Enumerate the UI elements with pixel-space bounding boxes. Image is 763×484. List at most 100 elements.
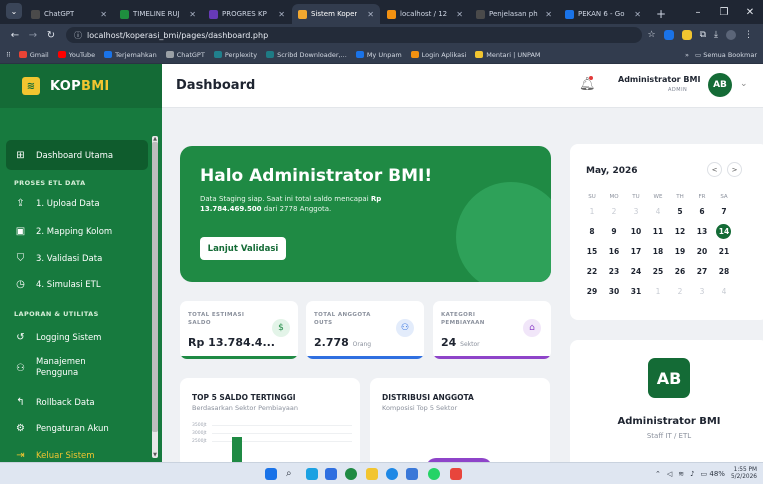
search-icon[interactable]: ⌕ [286,468,298,480]
chevron-down-icon[interactable]: ⌄ [740,79,748,89]
volume-icon[interactable]: ♪ [690,470,694,478]
calendar-day[interactable]: 3 [626,207,646,216]
extension-icon[interactable] [663,30,674,40]
calendar-day[interactable]: 9 [604,227,624,236]
calendar-day[interactable]: 30 [604,287,624,296]
scroll-down-icon[interactable]: ▼ [152,452,158,458]
back-icon[interactable]: ← [6,30,24,41]
whatsapp-icon[interactable] [428,468,440,480]
chrome-icon[interactable] [345,468,357,480]
browser-tab[interactable]: PROGRES KP ✕ [203,4,291,24]
bookmark-item[interactable]: Terjemahkan [104,51,157,59]
calendar-day[interactable]: 22 [582,267,602,276]
battery-icon[interactable]: ▭ 48% [701,470,725,478]
calendar-day[interactable]: 3 [692,287,712,296]
calendar-day[interactable]: 11 [648,227,668,236]
bookmark-item[interactable]: My Unpam [355,51,402,59]
forward-icon[interactable]: → [24,30,42,41]
calendar-day[interactable]: 12 [670,227,690,236]
clock[interactable]: 1:55 PM 5/2/2026 [731,467,757,481]
browser-menu-icon[interactable]: ⋮ [744,30,753,40]
browser-tab[interactable]: PEKAN 6 - Go ✕ [559,4,647,24]
calendar-day[interactable]: 26 [670,267,690,276]
calendar-day[interactable]: 23 [604,267,624,276]
calendar-day[interactable]: 24 [626,267,646,276]
tab-close-icon[interactable]: ✕ [362,10,374,19]
browser-tab[interactable]: Penjelasan ph ✕ [470,4,558,24]
tab-search-button[interactable]: ⌄ [6,3,22,19]
minimize-icon[interactable]: – [685,7,711,18]
calendar-next-button[interactable]: > [727,162,742,177]
calendar-day[interactable]: 1 [648,287,668,296]
calendar-day[interactable]: 28 [714,267,734,276]
tab-close-icon[interactable]: ✕ [273,10,285,19]
calendar-day[interactable]: 17 [626,247,646,256]
tab-close-icon[interactable]: ✕ [629,10,641,19]
profile-icon[interactable] [726,30,736,40]
tab-close-icon[interactable]: ✕ [184,10,196,19]
calendar-day[interactable]: 7 [714,207,734,216]
extensions-puzzle-icon[interactable]: ⧉ [700,30,706,40]
reload-icon[interactable]: ↻ [42,30,60,41]
lanjut-validasi-button[interactable]: Lanjut Validasi [200,237,286,260]
file-explorer-icon[interactable] [366,468,378,480]
download-icon[interactable]: ⤓ [714,30,718,40]
extension-icon[interactable] [681,30,692,40]
edge-icon[interactable] [386,468,398,480]
tab-close-icon[interactable]: ✕ [540,10,552,19]
bookmark-item[interactable]: YouTube [57,51,95,59]
sidebar-item-upload[interactable]: ⇪ 1. Upload Data [14,198,99,209]
calendar-day[interactable]: 15 [582,247,602,256]
calendar-day[interactable]: 25 [648,267,668,276]
tab-close-icon[interactable]: ✕ [95,10,107,19]
sidebar-item-logging[interactable]: ↺ Logging Sistem [14,332,101,343]
more-bookmarks-icon[interactable]: » [685,51,689,59]
calendar-day[interactable]: 29 [582,287,602,296]
sidebar-item-dashboard-content[interactable]: ⊞ Dashboard Utama [14,150,113,161]
calendar-day[interactable]: 14 [714,227,734,236]
calendar-day[interactable]: 6 [692,207,712,216]
calendar-day[interactable]: 18 [648,247,668,256]
calendar-day[interactable]: 16 [604,247,624,256]
user-name[interactable]: Administrator BMI [618,75,700,84]
sidebar-item-rollback[interactable]: ↰ Rollback Data [14,397,94,408]
app-icon[interactable] [450,468,462,480]
url-field[interactable]: ⓘ localhost/koperasi_bmi/pages/dashboard… [66,27,642,43]
copilot-icon[interactable] [306,468,318,480]
sidebar-item-simulasi[interactable]: ◷ 4. Simulasi ETL [14,279,100,290]
calendar-day[interactable]: 8 [582,227,602,236]
calendar-day[interactable]: 31 [626,287,646,296]
location-icon[interactable]: ◁ [667,470,672,478]
chevron-up-icon[interactable]: ⌃ [655,470,661,478]
apps-grid-icon[interactable]: ⠿ [6,51,11,59]
site-info-icon[interactable]: ⓘ [74,30,82,41]
browser-tab[interactable]: TIMELINE RUJ ✕ [114,4,202,24]
calendar-day[interactable]: 2 [670,287,690,296]
task-view-icon[interactable] [325,468,337,480]
calendar-day[interactable]: 27 [692,267,712,276]
browser-tab[interactable]: ChatGPT ✕ [25,4,113,24]
calendar-day[interactable]: 19 [670,247,690,256]
sidebar-item-pengaturan[interactable]: ⚙ Pengaturan Akun [14,423,109,434]
calendar-day[interactable]: 13 [692,227,712,236]
sidebar-scrollbar[interactable]: ▲ ▼ [152,136,158,458]
sidebar-scroll-thumb[interactable] [152,142,158,432]
wifi-icon[interactable]: ≋ [678,470,684,478]
sidebar-item-manajemen[interactable]: ⚇ Manajemen Pengguna [14,357,86,379]
windows-start-icon[interactable] [265,468,277,480]
calendar-day[interactable]: 4 [714,287,734,296]
calendar-day[interactable]: 20 [692,247,712,256]
sidebar-item-logout[interactable]: ⇥ Keluar Sistem [14,450,94,461]
sidebar-item-mapping[interactable]: ▣ 2. Mapping Kolom [14,226,112,237]
browser-tab[interactable]: Sistem Koper ✕ [292,4,380,24]
close-window-icon[interactable]: ✕ [737,7,763,18]
calendar-day[interactable]: 2 [604,207,624,216]
browser-tab[interactable]: localhost / 12 ✕ [381,4,469,24]
bookmark-item[interactable]: Gmail [18,51,49,59]
store-icon[interactable] [406,468,418,480]
sidebar-item-validasi[interactable]: ⛉ 3. Validasi Data [14,253,103,264]
bookmark-item[interactable]: ChatGPT [165,51,205,59]
tab-close-icon[interactable]: ✕ [451,10,463,19]
bookmark-item[interactable]: Perplexity [213,51,257,59]
calendar-day[interactable]: 21 [714,247,734,256]
